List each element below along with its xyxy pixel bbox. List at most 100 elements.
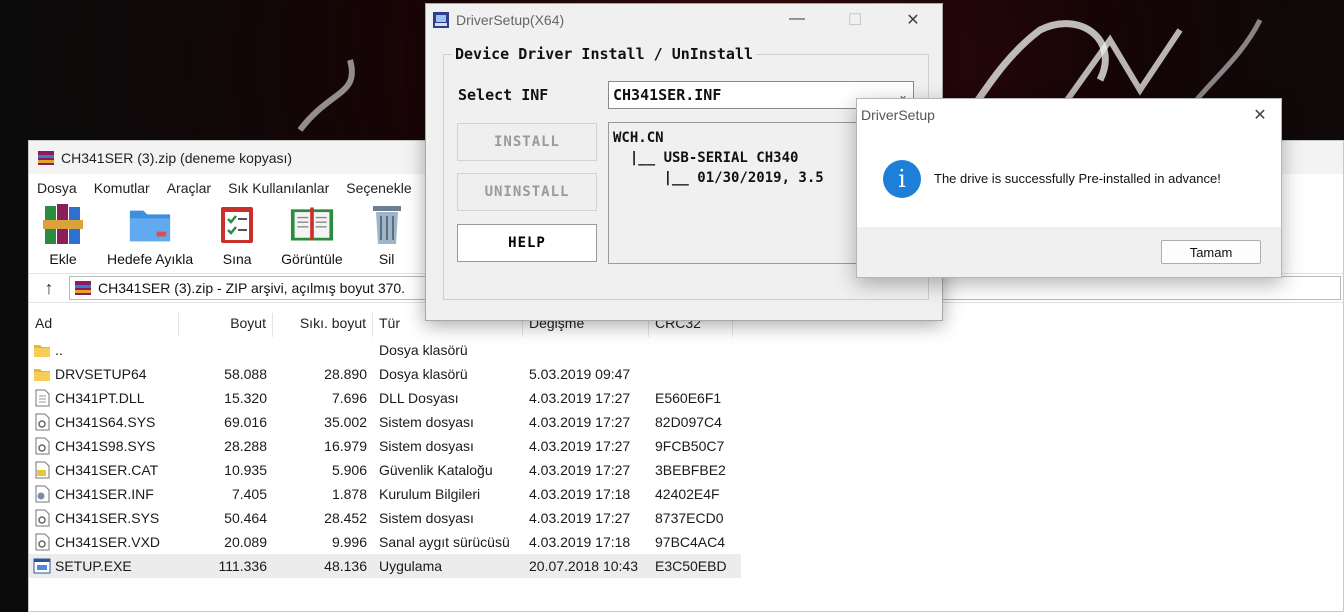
file-packed-size: 1.878 (331, 486, 367, 502)
file-modified: 4.03.2019 17:18 (529, 534, 631, 550)
dialog-footer: Tamam (857, 227, 1281, 277)
file-row[interactable]: CH341S98.SYS 28.288 16.979 Sistem dosyası 4.… (29, 434, 741, 458)
folder-extract-icon (128, 201, 172, 247)
file-packed-size: 28.452 (324, 510, 367, 526)
close-icon[interactable]: ✕ (884, 10, 942, 30)
menu-sik-kullanilanlar[interactable]: Sık Kullanılanlar (228, 180, 329, 196)
file-icon (33, 389, 51, 407)
file-crc: 3BEBFBE2 (655, 462, 726, 478)
folder-icon (33, 341, 51, 359)
file-crc: 42402E4F (655, 486, 720, 502)
file-crc: 97BC4AC4 (655, 534, 726, 550)
file-row[interactable]: .. Dosya klasörü (29, 338, 741, 362)
file-name-cell: CH341PT.DLL (29, 389, 179, 407)
ok-button[interactable]: Tamam (1161, 240, 1261, 264)
file-crc: 9FCB50C7 (655, 438, 725, 454)
file-type: Dosya klasörü (379, 366, 468, 382)
clipboard-check-icon (215, 201, 259, 247)
trash-can-icon (365, 201, 409, 247)
close-icon[interactable]: ✕ (1239, 105, 1281, 125)
file-name: CH341SER.SYS (55, 510, 160, 526)
folder-icon (33, 365, 51, 383)
file-name: CH341SER.CAT (55, 462, 159, 478)
extract-to-button[interactable]: Hedefe Ayıkla (107, 201, 193, 267)
file-name: CH341SER.INF (55, 486, 154, 502)
test-button[interactable]: Sına (215, 201, 259, 267)
file-name-cell: CH341S64.SYS (29, 413, 179, 431)
driver-setup-app-icon (433, 12, 449, 28)
file-size: 58.088 (224, 366, 267, 382)
column-header-packed[interactable]: Sıkı. boyut (273, 313, 373, 337)
view-button-label: Görüntüle (281, 251, 343, 267)
file-row[interactable]: CH341S64.SYS 69.016 35.002 Sistem dosyası 4.… (29, 410, 741, 434)
file-row[interactable]: CH341SER.VXD 20.089 9.996 Sanal aygıt sürüc… (29, 530, 741, 554)
menu-araclar[interactable]: Araçlar (167, 180, 211, 196)
success-dialog: DriverSetup ✕ i The drive is successfull… (856, 98, 1282, 278)
file-size: 50.464 (224, 510, 267, 526)
winrar-app-icon (38, 150, 54, 165)
column-header-size[interactable]: Boyut (179, 313, 273, 337)
file-row[interactable]: SETUP.EXE 111.336 48.136 Uygulama 20.07.2018… (29, 554, 741, 578)
up-arrow-icon[interactable]: ↑ (29, 278, 69, 299)
winrar-title: CH341SER (3).zip (deneme kopyası) (61, 149, 293, 166)
select-inf-label: Select INF (458, 86, 549, 104)
add-button[interactable]: Ekle (41, 201, 85, 267)
file-name-cell: DRVSETUP64 (29, 365, 179, 383)
file-modified: 4.03.2019 17:27 (529, 390, 631, 406)
file-type: Kurulum Bilgileri (379, 486, 481, 502)
view-button[interactable]: Görüntüle (281, 201, 343, 267)
file-name-cell: CH341SER.VXD (29, 533, 179, 551)
driver-setup-titlebar[interactable]: DriverSetup(X64) — ☐ ✕ (426, 4, 942, 36)
file-modified: 20.07.2018 10:43 (529, 558, 638, 574)
file-modified: 4.03.2019 17:27 (529, 414, 631, 430)
file-type: DLL Dosyası (379, 390, 459, 406)
file-row[interactable]: CH341SER.SYS 50.464 28.452 Sistem dosyası 4.… (29, 506, 741, 530)
install-button[interactable]: INSTALL (457, 123, 597, 161)
file-row[interactable]: CH341SER.CAT 10.935 5.906 Güvenlik Kataloğu… (29, 458, 741, 482)
file-packed-size: 48.136 (324, 558, 367, 574)
dialog-titlebar[interactable]: DriverSetup ✕ (857, 99, 1281, 130)
menu-dosya[interactable]: Dosya (37, 180, 77, 196)
file-type: Sistem dosyası (379, 438, 474, 454)
open-book-icon (290, 201, 334, 247)
file-packed-size: 35.002 (324, 414, 367, 430)
file-name-cell: CH341SER.CAT (29, 461, 179, 479)
menu-komutlar[interactable]: Komutlar (94, 180, 150, 196)
file-size: 15.320 (224, 390, 267, 406)
file-size: 111.336 (218, 558, 267, 574)
file-size: 69.016 (224, 414, 267, 430)
dialog-message: The drive is successfully Pre-installed … (934, 171, 1221, 186)
file-packed-size: 28.890 (324, 366, 367, 382)
delete-button[interactable]: Sil (365, 201, 409, 267)
file-name: DRVSETUP64 (55, 366, 147, 382)
help-button[interactable]: HELP (457, 224, 597, 262)
file-modified: 4.03.2019 17:18 (529, 486, 631, 502)
file-row[interactable]: CH341SER.INF 7.405 1.878 Kurulum Bilgileri 4… (29, 482, 741, 506)
archive-books-icon (41, 201, 85, 247)
test-button-label: Sına (222, 251, 252, 267)
file-packed-size: 16.979 (324, 438, 367, 454)
column-header-name[interactable]: Ad (29, 313, 179, 337)
file-row[interactable]: DRVSETUP64 58.088 28.890 Dosya klasörü 5.03.… (29, 362, 741, 386)
gear-file-icon (33, 413, 51, 431)
dialog-body: i The drive is successfully Pre-installe… (857, 130, 1281, 227)
file-size: 20.089 (224, 534, 267, 550)
file-name: CH341PT.DLL (55, 390, 145, 406)
uninstall-button[interactable]: UNINSTALL (457, 173, 597, 211)
file-name-cell: .. (29, 341, 179, 359)
file-row[interactable]: CH341PT.DLL 15.320 7.696 DLL Dosyası 4.03.20… (29, 386, 741, 410)
minimize-icon[interactable]: — (768, 10, 826, 30)
file-list: .. Dosya klasörü DRVSETUP64 58.088 28.890 Dos… (29, 338, 741, 578)
file-name: CH341SER.VXD (55, 534, 161, 550)
info-icon: i (883, 159, 921, 198)
extract-to-button-label: Hedefe Ayıkla (107, 251, 194, 267)
dialog-title: DriverSetup (861, 106, 935, 123)
inf-select-value: CH341SER.INF (613, 86, 722, 104)
file-type: Sanal aygıt sürücüsü (379, 534, 510, 550)
gear-file-icon (33, 437, 51, 455)
maximize-icon[interactable]: ☐ (826, 10, 884, 30)
file-crc: E560E6F1 (655, 390, 722, 406)
gear-file-icon (33, 533, 51, 551)
file-size: 28.288 (224, 438, 267, 454)
menu-secenekler[interactable]: Seçenekle (346, 180, 411, 196)
